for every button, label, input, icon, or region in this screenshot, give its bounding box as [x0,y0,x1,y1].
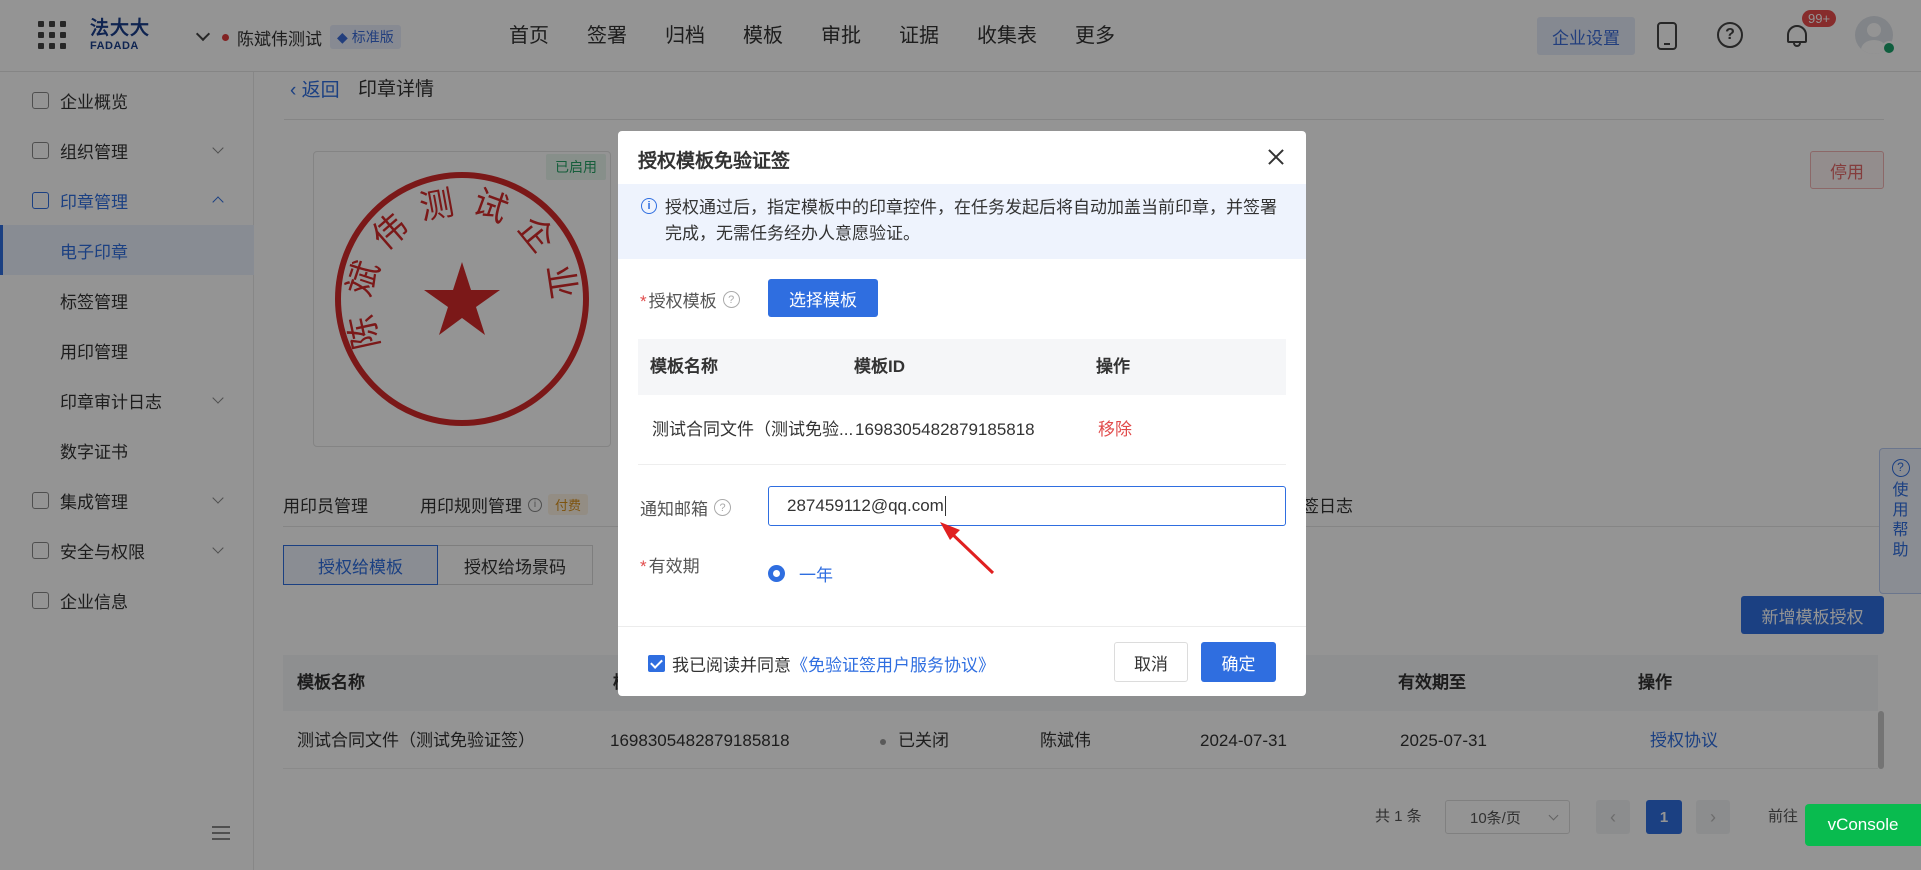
annotation-arrow-icon [940,522,995,575]
